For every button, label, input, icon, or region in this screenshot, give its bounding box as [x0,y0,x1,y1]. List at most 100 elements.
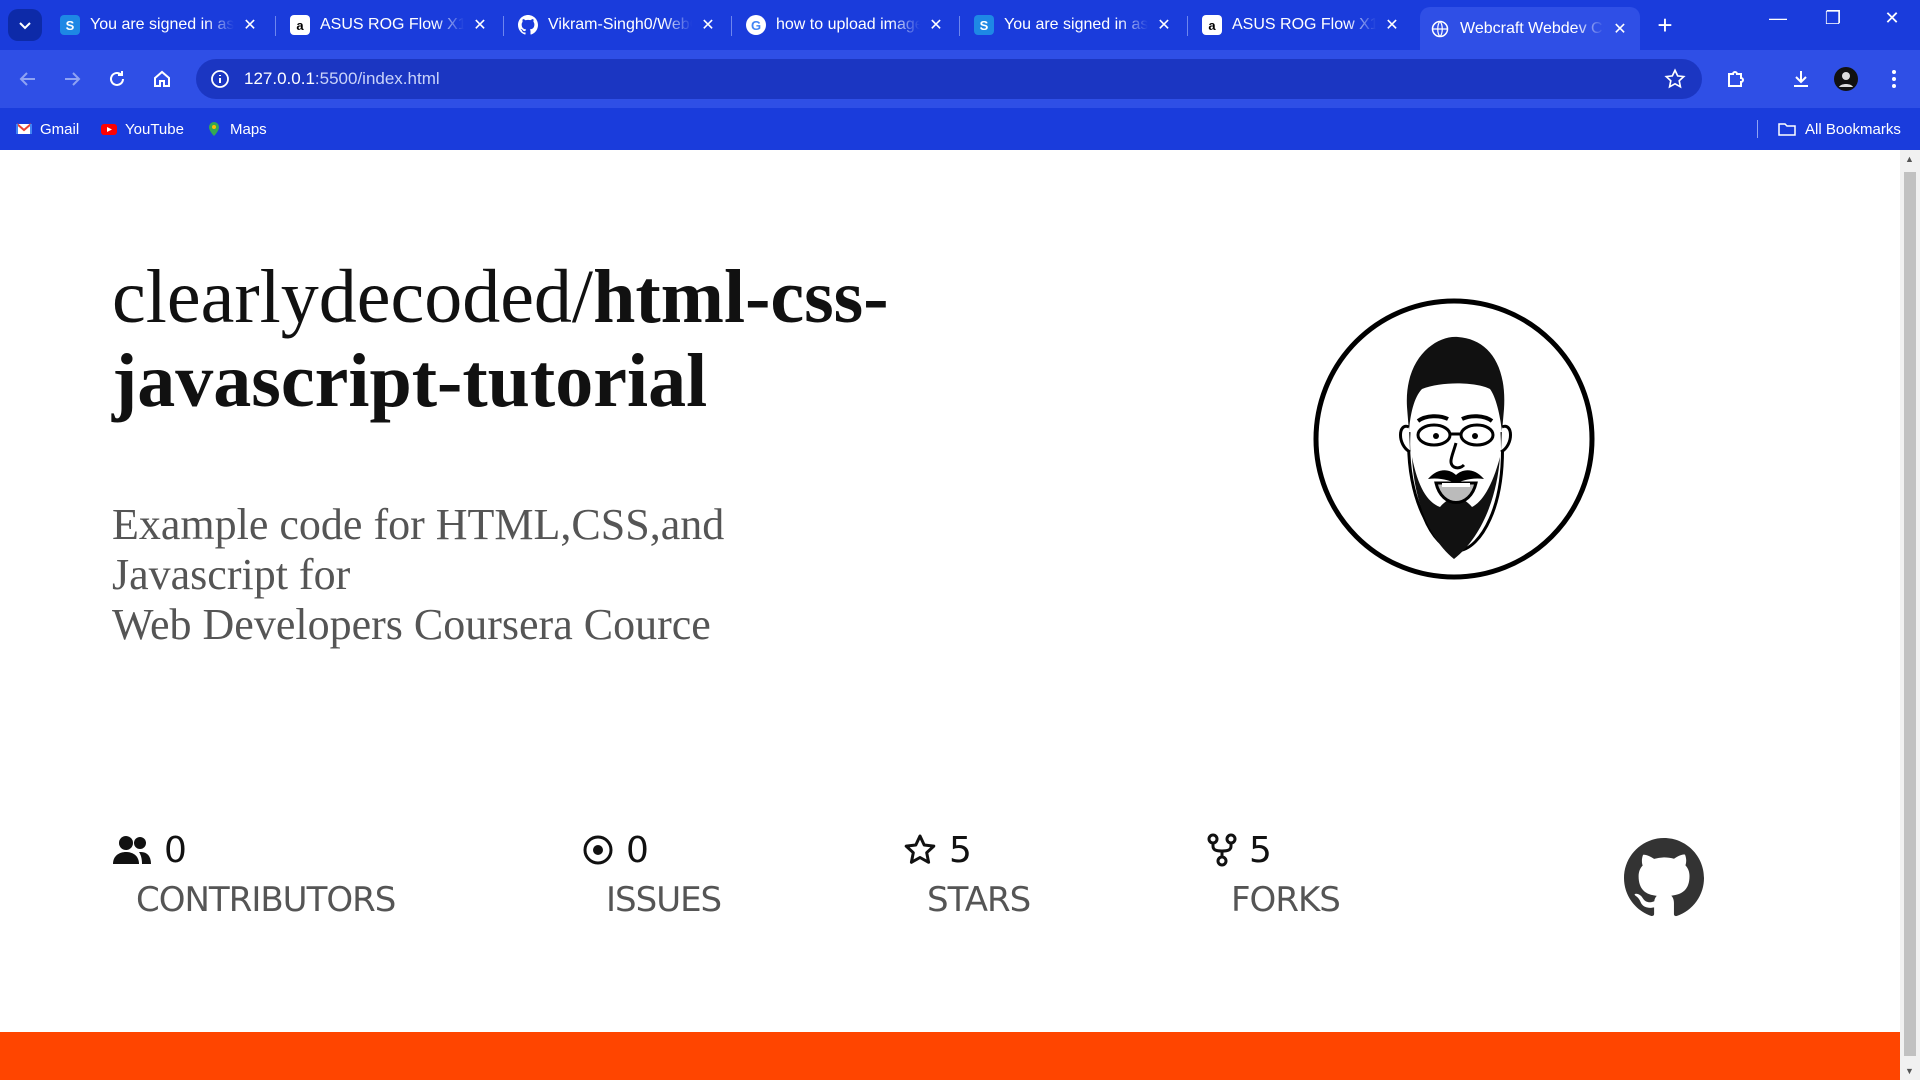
page-scrollbar[interactable]: ▲ ▼ [1900,150,1920,1080]
profile-avatar-icon [1834,67,1858,91]
s-favicon-icon: S [60,15,80,35]
all-bookmarks-button[interactable]: All Bookmarks [1777,108,1901,150]
new-tab-plus-icon[interactable]: + [1650,10,1680,41]
close-icon[interactable]: ✕ [1154,15,1174,35]
repo-title: clearlydecoded/html-css-javascript-tutor… [112,255,932,423]
bookmark-star-icon[interactable] [1664,68,1686,90]
home-button[interactable] [146,63,178,95]
kebab-menu-icon [1892,70,1896,88]
tab-webcraft-active[interactable]: Webcraft Webdev Co ✕ [1420,7,1640,50]
description-line: Javascript for [112,550,351,599]
home-icon [154,70,170,87]
close-icon[interactable]: ✕ [1382,15,1402,35]
restore-icon[interactable]: ❐ [1813,8,1853,29]
close-icon[interactable]: ✕ [926,15,946,35]
contributors-count: 0 [164,829,187,871]
maps-pin-icon [209,122,219,136]
site-info-icon[interactable] [210,69,230,89]
scroll-up-arrow-icon[interactable]: ▲ [1905,154,1915,164]
puzzle-icon [1728,71,1744,87]
web-page: clearlydecoded/html-css-javascript-tutor… [0,150,1900,1080]
github-logo-icon[interactable] [1624,838,1704,918]
profile-avatar[interactable] [1830,63,1862,95]
tab-title: how to upload image [776,16,920,33]
url-host: 127.0.0.1 [244,69,315,88]
extensions-button[interactable] [1720,63,1752,95]
download-icon [1794,71,1808,87]
forks-count: 5 [1249,829,1272,871]
bookmark-gmail[interactable]: Gmail [16,108,79,150]
tab-title: Vikram-Singh0/WebC [548,16,692,33]
minimize-icon[interactable]: — [1758,8,1798,29]
issues-count: 0 [626,829,649,871]
issue-icon [583,835,613,865]
reload-button[interactable] [101,63,133,95]
all-bookmarks-label: All Bookmarks [1805,120,1901,138]
stat-stars: 5 STARS [903,830,1031,920]
tab-title: ASUS ROG Flow X13 [1232,16,1376,33]
footer-accent-bar [0,1032,1900,1080]
issues-label: ISSUES [606,880,722,920]
s-favicon-icon: S [974,15,994,35]
back-button[interactable] [12,63,44,95]
bookmark-youtube[interactable]: YouTube [101,108,184,150]
tab-divider [275,16,276,36]
tab-asus-1[interactable]: a ASUS ROG Flow X13 ✕ [280,7,500,43]
stat-contributors: 0 CONTRIBUTORS [112,829,396,920]
reload-icon [110,71,124,86]
amazon-favicon-icon: a [1202,15,1222,35]
scroll-down-arrow-icon[interactable]: ▼ [1905,1066,1915,1076]
scrollbar-thumb[interactable] [1904,172,1916,1056]
tab-google-search[interactable]: G how to upload image ✕ [736,7,956,43]
arrow-right-icon [65,72,81,86]
tab-title: You are signed in as 2 [90,16,234,33]
bookmark-label: Gmail [40,120,80,138]
window-close-icon[interactable]: ✕ [1872,8,1912,29]
tab-divider [1187,16,1188,36]
owner-avatar [1313,298,1595,580]
stat-forks: 5 FORKS [1207,829,1341,920]
browser-menu-button[interactable] [1878,63,1910,95]
tab-search-button[interactable] [8,9,42,41]
tab-signed-in-1[interactable]: S You are signed in as 2 ✕ [50,7,270,43]
bookmark-maps[interactable]: Maps [206,108,267,150]
close-icon[interactable]: ✕ [1610,19,1630,39]
arrow-left-icon [19,72,35,86]
stars-label: STARS [927,880,1031,920]
tab-title: Webcraft Webdev Co [1460,19,1604,37]
address-bar[interactable]: 127.0.0.1:5500/index.html [196,59,1702,99]
url-path: :5500/index.html [314,69,440,88]
tab-divider [503,16,504,36]
forward-button[interactable] [56,63,88,95]
youtube-icon [101,124,117,135]
close-icon[interactable]: ✕ [240,15,260,35]
bookmark-label: YouTube [125,120,184,138]
amazon-favicon-icon: a [290,15,310,35]
description-line: Web Developers Coursera Cource [112,600,711,649]
users-icon [113,836,151,864]
fork-icon [1207,833,1237,867]
tab-title: ASUS ROG Flow X13 [320,16,464,33]
star-icon [904,834,936,864]
globe-favicon-icon [1430,19,1450,39]
description-line: Example code for HTML,CSS,and [112,500,725,549]
bookmarks-bar: Gmail YouTube Maps All Bookmarks [0,108,1920,150]
tab-divider [959,16,960,36]
url-text: 127.0.0.1:5500/index.html [244,69,440,89]
tab-github[interactable]: Vikram-Singh0/WebC ✕ [508,7,728,43]
folder-icon [1778,123,1796,136]
close-icon[interactable]: ✕ [470,15,490,35]
browser-toolbar: 127.0.0.1:5500/index.html [0,50,1920,108]
bookmarks-divider [1757,120,1758,138]
forks-label: FORKS [1231,880,1341,920]
google-favicon-icon: G [746,15,766,35]
stat-issues: 0 ISSUES [582,829,722,920]
tab-signed-in-2[interactable]: S You are signed in as 2 ✕ [964,7,1184,43]
bookmark-label: Maps [230,120,267,138]
close-icon[interactable]: ✕ [698,15,718,35]
repo-description: Example code for HTML,CSS,and Javascript… [112,500,792,650]
tab-asus-2[interactable]: a ASUS ROG Flow X13 ✕ [1192,7,1412,43]
downloads-button[interactable] [1785,63,1817,95]
tab-strip: S You are signed in as 2 ✕ a ASUS ROG Fl… [0,0,1920,50]
contributors-label: CONTRIBUTORS [136,880,396,920]
